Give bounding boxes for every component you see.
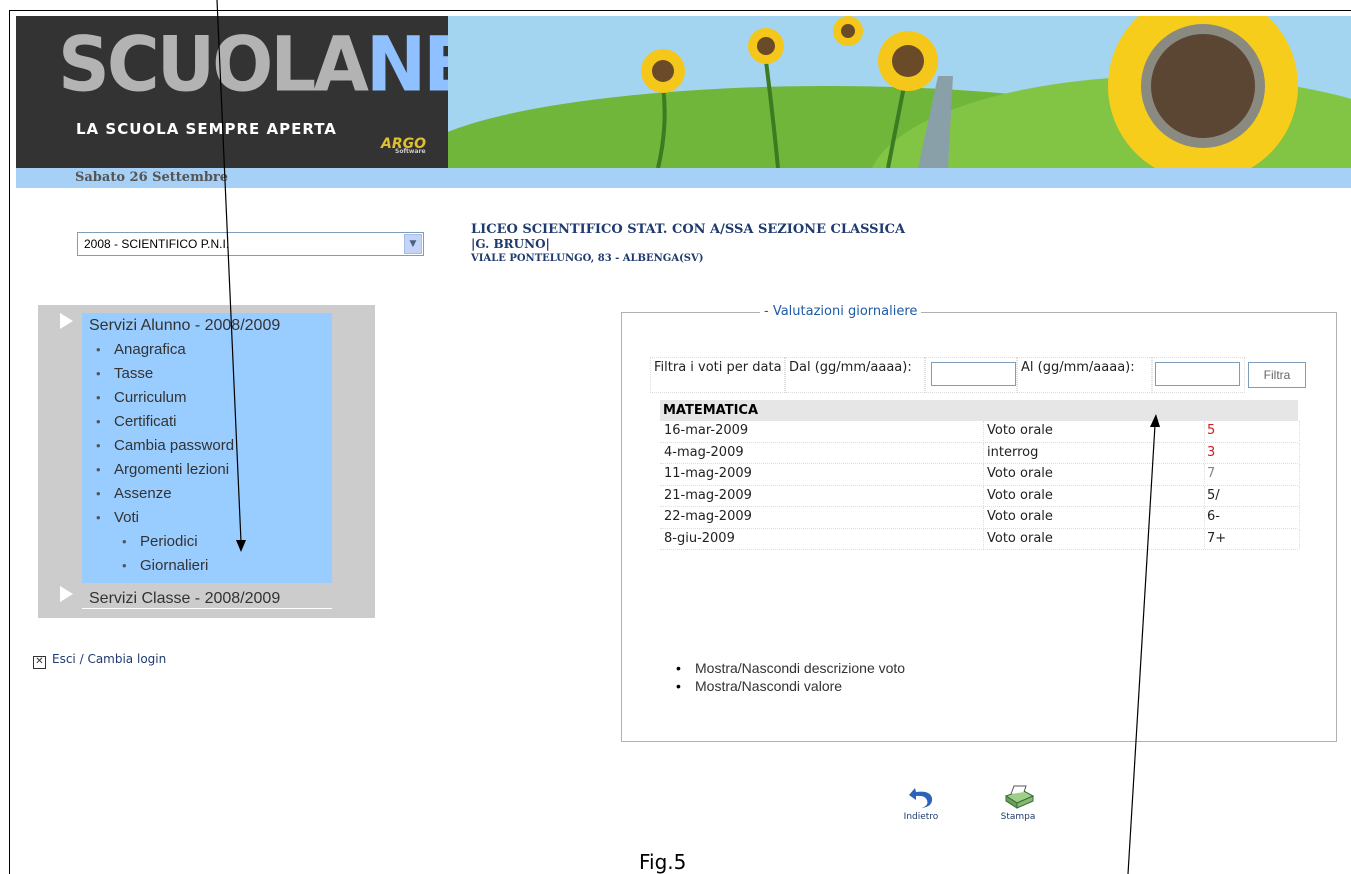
annotation-arrow-line	[1127, 424, 1156, 874]
annotation-arrows	[216, 0, 1160, 874]
annotation-arrowhead	[236, 540, 246, 552]
annotation-arrowhead	[1150, 414, 1160, 427]
annotation-arrow-line	[216, 0, 242, 543]
